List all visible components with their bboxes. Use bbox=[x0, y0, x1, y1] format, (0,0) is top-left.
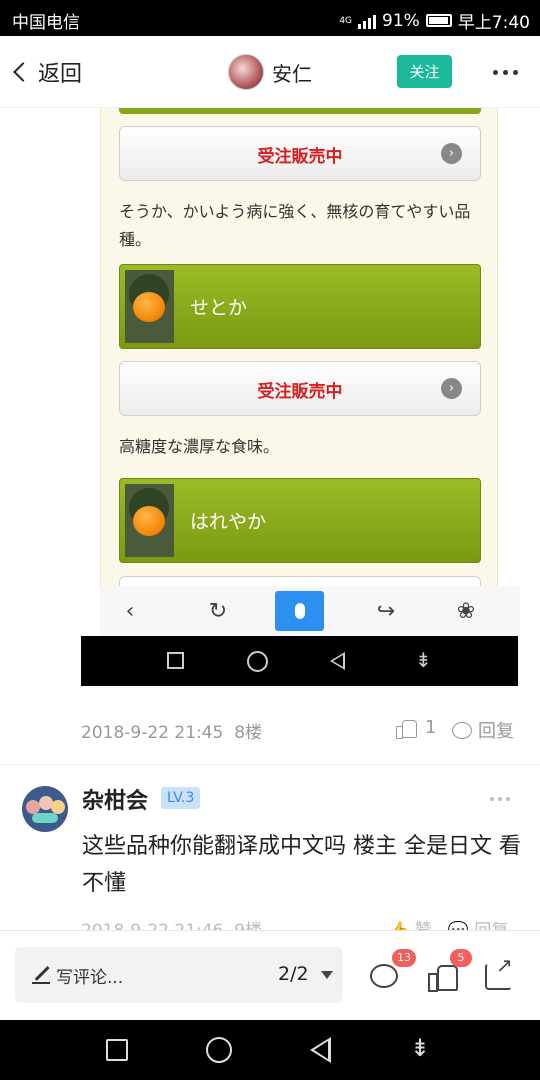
comment-count-badge: 13 bbox=[392, 949, 416, 967]
variety-banner: せとか bbox=[119, 264, 481, 349]
commenter-name[interactable]: 杂柑会 bbox=[82, 783, 148, 815]
comment-bubble-icon bbox=[452, 721, 472, 739]
order-label: 受注販売中 bbox=[257, 382, 343, 402]
variety-name: せとか bbox=[190, 297, 248, 319]
post-image[interactable]: 受注販売中 › そうか、かいよう病に強く、無核の育てやすい品種。 せとか 受注販… bbox=[100, 108, 498, 586]
post-meta: 2018-9-22 21:45 8楼 bbox=[81, 718, 262, 743]
signal-icon bbox=[358, 13, 377, 29]
variety-description: そうか、かいよう病に強く、無核の育てやすい品種。 bbox=[119, 202, 471, 249]
thumbs-up-icon bbox=[396, 718, 417, 739]
commenter-avatar[interactable] bbox=[22, 786, 68, 832]
notification-pull-icon: ⇟ bbox=[415, 648, 432, 672]
recent-apps-icon bbox=[167, 652, 184, 669]
orange-photo bbox=[125, 484, 174, 557]
comment-input[interactable]: 写评论... 2/2 bbox=[15, 947, 343, 1003]
order-label: 受注販売中 bbox=[257, 147, 343, 167]
chevron-left-icon bbox=[13, 62, 33, 82]
bottom-bar: 写评论... 2/2 13 5 bbox=[0, 930, 540, 1020]
recent-apps-button[interactable] bbox=[106, 1039, 128, 1061]
back-button[interactable]: 返回 bbox=[10, 56, 82, 88]
variety-description: 高糖度な濃厚な食味。 bbox=[119, 437, 280, 456]
back-label: 返回 bbox=[38, 62, 83, 87]
order-button-partial bbox=[119, 576, 481, 586]
like-count-badge: 5 bbox=[450, 949, 472, 967]
variety-name: はれやか bbox=[190, 511, 267, 533]
comment-icon[interactable] bbox=[370, 964, 398, 988]
post-floor: 8楼 bbox=[234, 723, 263, 743]
back-triangle-icon bbox=[330, 652, 345, 670]
level-badge: LV.3 bbox=[161, 787, 201, 809]
follow-button[interactable]: 关注 bbox=[397, 55, 452, 88]
page-indicator[interactable]: 2/2 bbox=[278, 963, 309, 985]
caret-down-icon[interactable] bbox=[321, 971, 333, 979]
notification-pull-button[interactable]: ⇟ bbox=[410, 1034, 430, 1062]
author-name: 安仁 bbox=[272, 61, 312, 86]
back-arrow-icon: ‹ bbox=[125, 598, 135, 624]
comment-more-icon[interactable] bbox=[490, 797, 510, 801]
battery-icon bbox=[425, 14, 452, 27]
embedded-nav-bar: ⇟ bbox=[81, 636, 518, 686]
post-timestamp: 2018-9-22 21:45 bbox=[81, 723, 224, 743]
microphone-icon bbox=[275, 591, 324, 631]
reply-label: 回复 bbox=[478, 721, 514, 742]
status-bar: 中国电信 4G 91% 早上7:40 bbox=[0, 0, 540, 36]
share-arrow-icon: ↪ bbox=[376, 598, 396, 624]
orange-photo bbox=[125, 270, 174, 343]
header: 返回 安仁 关注 bbox=[0, 36, 540, 108]
divider bbox=[0, 764, 540, 765]
status-right: 4G 91% 早上7:40 bbox=[339, 8, 530, 34]
share-icon[interactable] bbox=[485, 953, 513, 990]
carrier-label: 中国电信 bbox=[12, 13, 80, 33]
variety-banner: はれやか bbox=[119, 478, 481, 563]
refresh-icon: ↻ bbox=[208, 598, 228, 624]
network-label: 4G bbox=[339, 15, 353, 26]
paw-icon: ❀ bbox=[456, 598, 476, 624]
order-button: 受注販売中 › bbox=[119, 361, 481, 416]
like-button[interactable]: 1 bbox=[396, 717, 437, 739]
embedded-browser-toolbar: ‹ ↻ ↪ ❀ bbox=[100, 586, 520, 636]
pencil-icon bbox=[32, 965, 50, 984]
home-icon bbox=[247, 651, 268, 672]
clock: 早上7:40 bbox=[457, 13, 530, 33]
comment-text: 这些品种你能翻译成中文吗 楼主 全是日文 看不懂 bbox=[82, 834, 521, 896]
screen: 中国电信 4G 91% 早上7:40 返回 安仁 关注 受注販売中 › そうか、… bbox=[0, 0, 540, 1080]
author-info[interactable]: 安仁 bbox=[228, 54, 312, 90]
system-nav-bar: ⇟ bbox=[0, 1020, 540, 1080]
order-button: 受注販売中 › bbox=[119, 126, 481, 181]
comment-placeholder: 写评论... bbox=[56, 968, 124, 988]
author-avatar[interactable] bbox=[228, 54, 264, 90]
back-button-system[interactable] bbox=[310, 1037, 331, 1063]
reply-button[interactable]: 回复 bbox=[452, 717, 514, 743]
variety-banner-top bbox=[119, 108, 481, 114]
home-button[interactable] bbox=[206, 1037, 232, 1063]
like-count: 1 bbox=[425, 717, 437, 738]
arrow-right-icon: › bbox=[441, 143, 462, 164]
like-icon[interactable] bbox=[428, 963, 458, 992]
more-icon[interactable] bbox=[493, 70, 518, 75]
arrow-right-icon: › bbox=[441, 378, 462, 399]
battery-percent: 91% bbox=[382, 10, 420, 31]
